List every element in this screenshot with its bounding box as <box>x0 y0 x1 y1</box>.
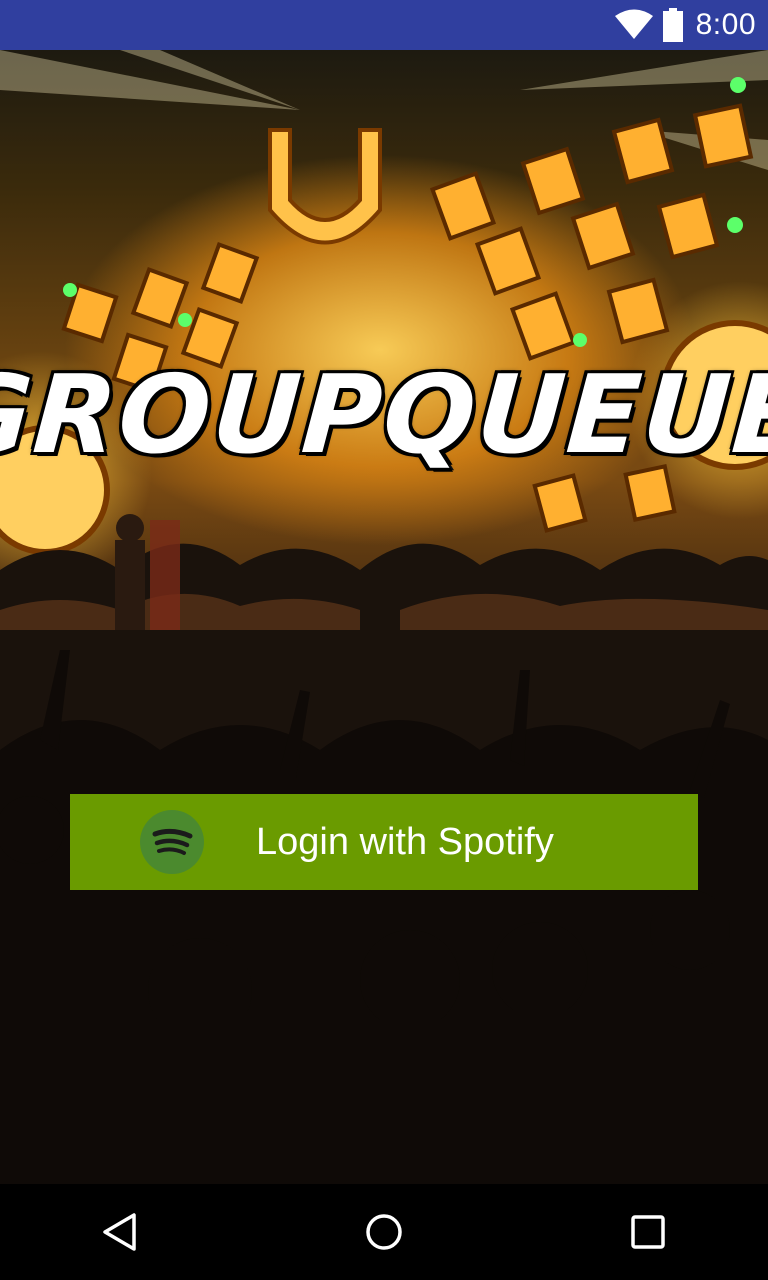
recents-button[interactable] <box>618 1202 678 1262</box>
app-logo: GROUPQUEUE <box>0 348 768 483</box>
spotify-icon <box>140 810 204 874</box>
login-with-spotify-button[interactable]: Login with Spotify <box>70 794 698 890</box>
app-logo-text: GROUPQUEUE <box>0 350 768 480</box>
recents-icon <box>631 1215 665 1249</box>
screen: 8:00 GROUPQUEUE Login with Spotify <box>0 0 768 1280</box>
battery-icon <box>662 8 683 42</box>
concert-scene <box>0 50 768 1184</box>
login-button-label: Login with Spotify <box>256 821 554 863</box>
navigation-bar <box>0 1184 768 1280</box>
back-button[interactable] <box>90 1202 150 1262</box>
status-bar: 8:00 <box>0 0 768 50</box>
home-icon <box>366 1214 402 1250</box>
back-icon <box>103 1213 136 1251</box>
status-time: 8:00 <box>695 8 756 41</box>
home-button[interactable] <box>354 1202 414 1262</box>
wifi-icon <box>614 9 653 39</box>
background-image <box>0 50 768 1184</box>
